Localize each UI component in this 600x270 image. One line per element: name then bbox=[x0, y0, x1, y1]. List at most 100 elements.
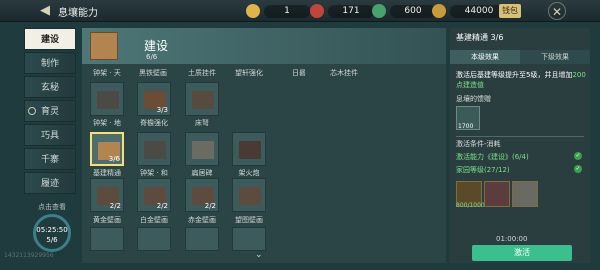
item-row5-3[interactable] bbox=[185, 227, 219, 251]
nav-item-label: 千寨 bbox=[40, 155, 59, 165]
red-orb-icon bbox=[310, 4, 324, 18]
effect-tabs: 本级效果 下级效果 bbox=[450, 50, 590, 64]
activate-timer: 01:00:00 bbox=[496, 235, 528, 243]
nav-item-label: 玄秘 bbox=[40, 83, 59, 93]
gift-count: 1700 bbox=[458, 123, 474, 130]
condition-item: 家园等级(27/12) ✓ bbox=[456, 165, 584, 175]
item-count: 2/2 bbox=[204, 202, 216, 210]
item-label: 芯木挂件 bbox=[330, 69, 358, 77]
condition-text: 家园等级(27/12) bbox=[456, 166, 510, 174]
nav-item-xuanmi[interactable]: 玄秘 bbox=[24, 76, 76, 98]
resource-gold-coin: 1 bbox=[246, 3, 310, 19]
item-label: 黑铁壁画 bbox=[139, 69, 167, 77]
build-panel: 建设 6/6 钟架 · 天 黑铁壁画 土质挂件 望轩强化 日晷 芯木挂件 钟架 … bbox=[82, 28, 446, 263]
back-button[interactable]: ◀ bbox=[36, 2, 54, 20]
condition-item: 激活能力《建设》(6/4) ✓ bbox=[456, 152, 584, 162]
material-scroll-icon[interactable] bbox=[484, 181, 510, 207]
effect-description: 激活后基建等级提升至5级，并且增加200点建造值 bbox=[456, 70, 586, 90]
item-label: 脊檐强化 bbox=[140, 119, 168, 127]
resource-gold-leaf: 44000 bbox=[432, 3, 508, 19]
nav-item-lvji[interactable]: 履迹 bbox=[24, 172, 76, 194]
nav-item-qiaoju[interactable]: 巧具 bbox=[24, 124, 76, 146]
item-label: 望轩强化 bbox=[235, 69, 263, 77]
item-label: 钟架 · 和 bbox=[140, 169, 168, 177]
user-id: 1432113929956 bbox=[4, 252, 54, 259]
material-coin-icon[interactable] bbox=[512, 181, 538, 207]
item-row5-2[interactable] bbox=[137, 227, 171, 251]
item-bianjubei[interactable] bbox=[185, 132, 219, 166]
nav-item-label: 履迹 bbox=[40, 179, 59, 189]
item-count: 2/2 bbox=[109, 202, 121, 210]
resource-value: 171 bbox=[328, 4, 374, 18]
wallet-button[interactable]: 钱包 bbox=[499, 4, 521, 18]
tab-next-effect[interactable]: 下级效果 bbox=[520, 50, 590, 64]
item-label: 基建精通 bbox=[93, 169, 121, 177]
item-label: 钟架 · 地 bbox=[93, 119, 121, 127]
item-label: 日晷 bbox=[292, 69, 306, 77]
item-label: 赤金壁画 bbox=[188, 216, 216, 224]
build-timer[interactable]: 点击查看 05:25:50 5/6 bbox=[32, 202, 72, 252]
item-wangtu-bihua[interactable] bbox=[232, 178, 266, 212]
gold-leaf-icon bbox=[432, 4, 446, 18]
check-icon: ✓ bbox=[574, 165, 582, 173]
item-chijin-bihua[interactable]: 2/2 bbox=[185, 178, 219, 212]
nav-item-yuling[interactable]: 育灵 bbox=[24, 100, 76, 122]
top-bar: ◀ 息壤能力 1 171 600 44000 钱包 ✕ bbox=[0, 0, 600, 22]
item-label: 架火炮 bbox=[238, 169, 260, 177]
item-label: 扁居碑 bbox=[191, 169, 213, 177]
item-baijin-bihua[interactable]: 2/2 bbox=[137, 178, 171, 212]
crate-icon bbox=[90, 32, 118, 60]
resource-red-orb: 171 bbox=[310, 3, 374, 19]
detail-panel: 基建精通 3/6 本级效果 下级效果 激活后基建等级提升至5级，并且增加200点… bbox=[450, 28, 590, 263]
item-label: 床弩 bbox=[195, 119, 209, 127]
item-zhongjia-di[interactable] bbox=[90, 82, 124, 116]
item-label: 黄金壁画 bbox=[93, 216, 121, 224]
item-chuangnu[interactable] bbox=[185, 82, 219, 116]
resource-value: 600 bbox=[390, 4, 436, 18]
left-nav: 建设 制作 玄秘 育灵 巧具 千寨 履迹 bbox=[24, 28, 76, 196]
category-count: 6/6 bbox=[146, 53, 158, 61]
check-icon: ✓ bbox=[574, 152, 582, 160]
close-icon[interactable]: ✕ bbox=[548, 2, 566, 20]
gift-title: 息壤的馈赠 bbox=[456, 95, 491, 103]
item-row5-1[interactable] bbox=[90, 227, 124, 251]
bell-frame-icon bbox=[144, 141, 166, 159]
item-jiahuopao[interactable] bbox=[232, 132, 266, 166]
divider bbox=[456, 136, 584, 137]
stele-icon bbox=[192, 141, 214, 159]
item-huangjin-bihua[interactable]: 2/2 bbox=[90, 178, 124, 212]
cannon-icon bbox=[239, 141, 261, 159]
nav-item-jianshe[interactable]: 建设 bbox=[24, 28, 76, 50]
mural-icon bbox=[239, 187, 261, 205]
page-title: 息壤能力 bbox=[58, 8, 98, 19]
timer-ring: 05:25:50 5/6 bbox=[33, 214, 71, 252]
timer-time: 05:25:50 bbox=[36, 226, 68, 234]
item-row5-4[interactable] bbox=[232, 227, 266, 251]
item-label: 土质挂件 bbox=[188, 69, 216, 77]
item-label: 白金壁画 bbox=[140, 216, 168, 224]
item-label: 望图壁画 bbox=[235, 216, 263, 224]
nav-item-label: 育灵 bbox=[40, 107, 59, 117]
item-count: 3/6 bbox=[108, 155, 120, 163]
nav-item-qianzhai[interactable]: 千寨 bbox=[24, 148, 76, 170]
top-row-labels: 钟架 · 天 黑铁壁画 土质挂件 望轩强化 日晷 芯木挂件 bbox=[82, 68, 446, 78]
condition-title: 激活条件-消耗 bbox=[456, 140, 501, 148]
resource-jade: 600 bbox=[372, 3, 436, 19]
category-name: 建设 bbox=[144, 39, 169, 53]
item-zhongjia-he[interactable] bbox=[137, 132, 171, 166]
chevron-down-icon[interactable]: ⌄ bbox=[255, 250, 263, 260]
timer-count: 5/6 bbox=[46, 236, 58, 244]
activate-button[interactable]: 激活 bbox=[472, 245, 572, 261]
nav-item-label: 制作 bbox=[40, 59, 59, 69]
ring-icon bbox=[28, 107, 36, 115]
jade-icon bbox=[372, 4, 386, 18]
item-jiyan[interactable]: 3/3 bbox=[137, 82, 171, 116]
item-count: 2/2 bbox=[156, 202, 168, 210]
nav-item-zhizuo[interactable]: 制作 bbox=[24, 52, 76, 74]
tab-current-effect[interactable]: 本级效果 bbox=[450, 50, 520, 64]
item-jijian-jingtong[interactable]: 3/6 bbox=[90, 132, 124, 166]
detail-title: 基建精通 3/6 bbox=[456, 33, 504, 42]
item-label: 钟架 · 天 bbox=[93, 69, 121, 77]
bell-frame-icon bbox=[97, 91, 119, 109]
timer-hint: 点击查看 bbox=[38, 203, 66, 211]
